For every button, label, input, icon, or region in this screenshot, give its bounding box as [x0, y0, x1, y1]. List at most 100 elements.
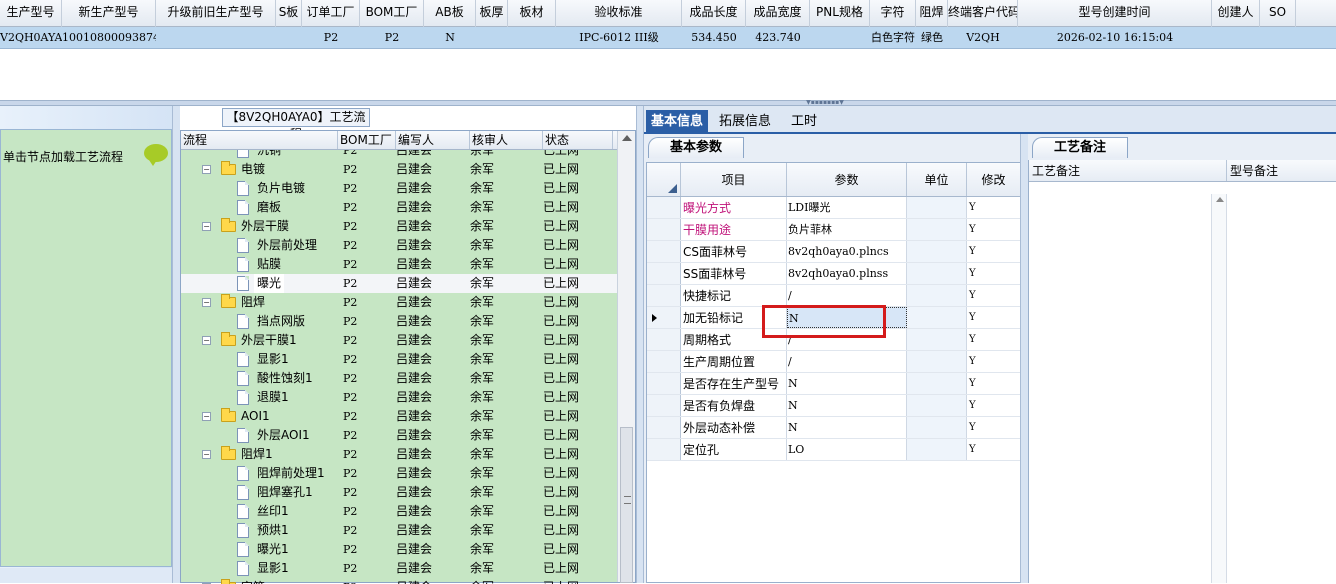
tree-node-name[interactable]: 显影1	[181, 559, 338, 578]
tree-node-name[interactable]: − 阻焊	[181, 293, 338, 312]
param-modify[interactable]: Y	[967, 373, 1021, 394]
tree-node-name[interactable]: 丝印1	[181, 502, 338, 521]
param-row[interactable]: 是否存在生产型号 N Y	[647, 373, 1021, 395]
param-modify[interactable]: Y	[967, 395, 1021, 416]
tree-node-name[interactable]: 外层前处理	[181, 236, 338, 255]
tree-node[interactable]: 酸性蚀刻1 P2 吕建会 余军 已上网	[181, 369, 617, 388]
left-collapse-bar[interactable]	[172, 106, 180, 583]
tree-node[interactable]: 负片电镀 P2 吕建会 余军 已上网	[181, 179, 617, 198]
tree-node[interactable]: − AOI1 P2 吕建会 余军 已上网	[181, 407, 617, 426]
tree-node[interactable]: 显影1 P2 吕建会 余军 已上网	[181, 350, 617, 369]
param-value[interactable]: N	[787, 373, 907, 394]
row-indicator[interactable]	[647, 241, 681, 262]
cell[interactable]: V2QH	[948, 27, 1018, 49]
right-collapse-bar[interactable]	[1020, 134, 1028, 583]
tree-node[interactable]: − 阻焊 P2 吕建会 余军 已上网	[181, 293, 617, 312]
col-param[interactable]: 参数	[787, 163, 907, 196]
notes-scroll-up-icon[interactable]	[1216, 197, 1224, 202]
cell[interactable]	[810, 27, 870, 49]
cell[interactable]: 绿色	[916, 27, 948, 49]
tree-node[interactable]: 沉铜 P2 吕建会 余军 已上网	[181, 150, 617, 160]
param-modify[interactable]: Y	[967, 219, 1021, 240]
tree-node-name[interactable]: −字符	[181, 578, 338, 584]
param-row[interactable]: 快捷标记 / Y	[647, 285, 1021, 307]
col-header[interactable]: 成品宽度	[746, 0, 810, 27]
row-indicator[interactable]	[647, 395, 681, 416]
cell[interactable]: 10010800093874	[62, 27, 156, 49]
col-header[interactable]: 创建人	[1212, 0, 1260, 27]
tree-node-name[interactable]: 外层AOI1	[181, 426, 338, 445]
param-unit[interactable]	[907, 439, 967, 460]
param-value[interactable]: N	[787, 417, 907, 438]
tree-node-name[interactable]: 负片电镀	[181, 179, 338, 198]
tree-col-header[interactable]: 流程	[181, 131, 338, 149]
col-model-note[interactable]: 型号备注	[1227, 160, 1336, 181]
param-value[interactable]: N	[787, 395, 907, 416]
tree-node[interactable]: 丝印1 P2 吕建会 余军 已上网	[181, 502, 617, 521]
col-header[interactable]: 验收标准	[556, 0, 682, 27]
collapse-toggle-icon[interactable]: −	[202, 450, 211, 459]
tree-node-name[interactable]: − 阻焊1	[181, 445, 338, 464]
tree-node-name[interactable]: 预烘1	[181, 521, 338, 540]
param-value[interactable]: 8v2qh0aya0.plncs	[787, 241, 907, 262]
cell[interactable]	[1212, 27, 1260, 49]
model-grid-selected-row[interactable]: V2QH0AYA010010800093874P2P2NIPC-6012 III…	[0, 27, 1336, 49]
param-unit[interactable]	[907, 373, 967, 394]
cell[interactable]: P2	[360, 27, 424, 49]
param-value[interactable]: 负片菲林	[787, 219, 907, 240]
tree-node[interactable]: 退膜1 P2 吕建会 余军 已上网	[181, 388, 617, 407]
collapse-toggle-icon[interactable]: −	[202, 222, 211, 231]
tree-vertical-scrollbar[interactable]	[617, 131, 635, 583]
param-value[interactable]: LO	[787, 439, 907, 460]
col-header[interactable]: 型号创建时间	[1018, 0, 1212, 27]
col-process-note[interactable]: 工艺备注	[1029, 160, 1227, 181]
param-row[interactable]: 是否有负焊盘 N Y	[647, 395, 1021, 417]
param-unit[interactable]	[907, 219, 967, 240]
tree-node-name[interactable]: 阻焊前处理1	[181, 464, 338, 483]
param-row[interactable]: SS面菲林号 8v2qh0aya0.plnss Y	[647, 263, 1021, 285]
param-value[interactable]: 8v2qh0aya0.plnss	[787, 263, 907, 284]
col-header[interactable]: 新生产型号	[62, 0, 156, 27]
tree-node-name[interactable]: − 外层干膜1	[181, 331, 338, 350]
cell[interactable]: N	[424, 27, 476, 49]
tree-node[interactable]: 预烘1 P2 吕建会 余军 已上网	[181, 521, 617, 540]
tree-node[interactable]: 阻焊前处理1 P2 吕建会 余军 已上网	[181, 464, 617, 483]
tree-node[interactable]: 曝光1 P2 吕建会 余军 已上网	[181, 540, 617, 559]
row-indicator[interactable]	[647, 351, 681, 372]
param-modify[interactable]: Y	[967, 307, 1021, 328]
param-modify[interactable]: Y	[967, 351, 1021, 372]
col-header[interactable]: 成品长度	[682, 0, 746, 27]
param-row[interactable]: 外层动态补偿 N Y	[647, 417, 1021, 439]
col-item[interactable]: 项目	[681, 163, 787, 196]
cell[interactable]	[508, 27, 556, 49]
param-modify[interactable]: Y	[967, 263, 1021, 284]
tree-node[interactable]: 阻焊塞孔1 P2 吕建会 余军 已上网	[181, 483, 617, 502]
param-unit[interactable]	[907, 351, 967, 372]
notes-scrollbar[interactable]	[1211, 194, 1227, 583]
collapse-toggle-icon[interactable]: −	[202, 298, 211, 307]
tree-node[interactable]: 外层AOI1 P2 吕建会 余军 已上网	[181, 426, 617, 445]
cell[interactable]: V2QH0AYA0	[0, 27, 62, 49]
cell[interactable]: P2	[302, 27, 360, 49]
tree-node-name[interactable]: 沉铜	[181, 150, 338, 160]
tree-node-name[interactable]: 阻焊塞孔1	[181, 483, 338, 502]
scroll-thumb[interactable]	[620, 427, 633, 583]
param-unit[interactable]	[907, 307, 967, 328]
param-value[interactable]: /	[787, 351, 907, 372]
tree-col-header[interactable]: BOM工厂	[338, 131, 396, 149]
param-row[interactable]: 生产周期位置 / Y	[647, 351, 1021, 373]
tree-node-name[interactable]: − AOI1	[181, 407, 338, 426]
param-modify[interactable]: Y	[967, 285, 1021, 306]
param-unit[interactable]	[907, 241, 967, 262]
cell[interactable]: IPC-6012 III级	[556, 27, 682, 49]
row-indicator[interactable]	[647, 197, 681, 218]
tree-node[interactable]: 贴膜 P2 吕建会 余军 已上网	[181, 255, 617, 274]
model-grid[interactable]: 生产型号 新生产型号 升级前旧生产型号 S板 订单工厂 BOM工厂 AB板 板厚 板材 验收标准成…	[0, 0, 1336, 100]
row-indicator[interactable]	[647, 439, 681, 460]
param-unit[interactable]	[907, 417, 967, 438]
param-unit[interactable]	[907, 197, 967, 218]
tree-node[interactable]: − 电镀 P2 吕建会 余军 已上网	[181, 160, 617, 179]
notes-grid[interactable]: 工艺备注 型号备注	[1028, 160, 1336, 583]
subtab-process-notes[interactable]: 工艺备注	[1032, 137, 1128, 158]
tree-node-name[interactable]: 磨板	[181, 198, 338, 217]
